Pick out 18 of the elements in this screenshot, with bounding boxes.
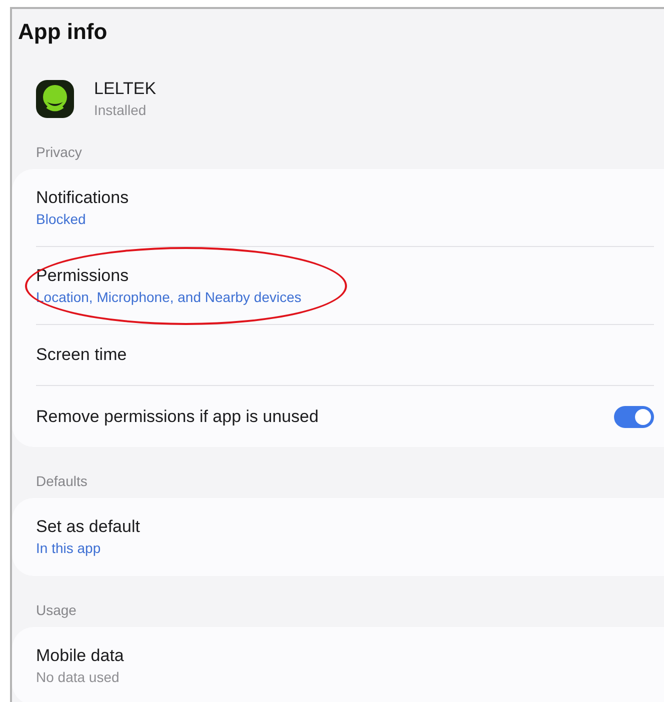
setting-title: Permissions bbox=[36, 264, 130, 286]
section-header: Defaults bbox=[35, 473, 88, 490]
setting-summary: No data used bbox=[36, 668, 120, 687]
setting-summary: In this app bbox=[36, 539, 102, 558]
setting-summary: Location, Microphone, and Nearby devices bbox=[36, 288, 302, 306]
setting-summary: Blocked bbox=[36, 210, 87, 228]
setting-title: Screen time bbox=[36, 344, 128, 366]
toggle-switch[interactable] bbox=[614, 406, 654, 428]
section-header: Privacy bbox=[35, 144, 83, 161]
setting-title: Remove permissions if app is unused bbox=[36, 406, 320, 428]
setting-title: Set as default bbox=[36, 516, 141, 538]
section-header: Usage bbox=[35, 602, 78, 619]
app-icon bbox=[36, 80, 74, 118]
setting-title: Notifications bbox=[36, 186, 130, 208]
app-name: LELTEK bbox=[94, 78, 156, 100]
app-status: Installed bbox=[94, 101, 148, 120]
setting-title: Mobile data bbox=[36, 645, 125, 667]
page-title: App info bbox=[18, 19, 108, 44]
